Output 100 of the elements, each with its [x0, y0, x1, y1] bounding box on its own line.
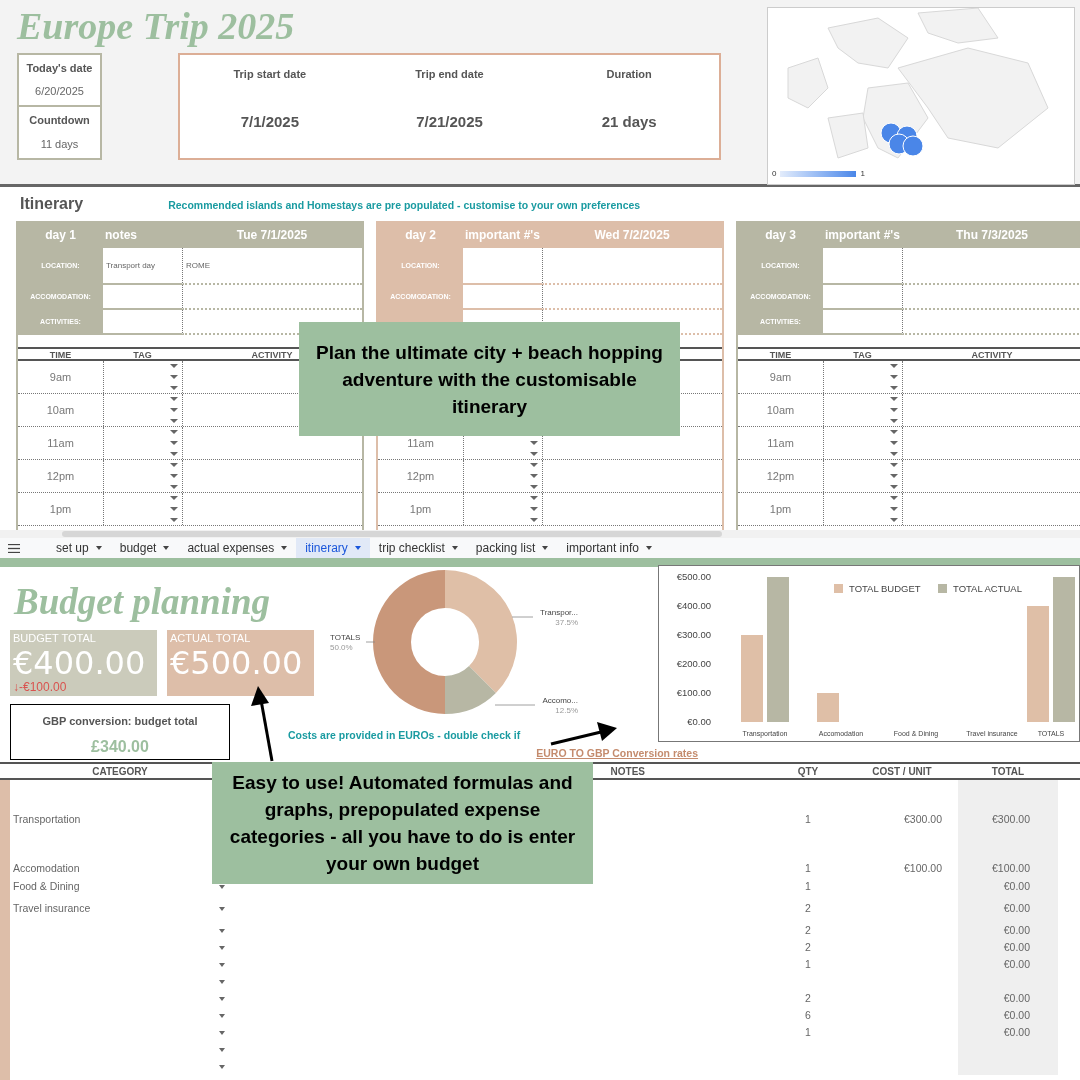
caret-icon	[354, 546, 361, 550]
total-value: €400.00	[13, 645, 147, 681]
dropdown-icon[interactable]	[219, 996, 225, 1001]
day-label: day 1	[44, 226, 77, 244]
column-header: ACTIVITY	[251, 349, 293, 362]
time-label: 10am	[46, 402, 75, 418]
total-value: €500.00	[170, 645, 304, 681]
table-cell: 1	[805, 957, 811, 970]
field-label: Trip end date	[415, 67, 484, 82]
table-cell: 2	[805, 902, 811, 915]
sheet-tab[interactable]: budget	[110, 538, 179, 558]
table-cell: Accomodation	[13, 861, 80, 877]
table-cell[interactable]	[902, 310, 1080, 335]
pointer-arrow	[549, 722, 619, 748]
axis-label: €500.00	[676, 571, 711, 582]
time-label: 9am	[769, 369, 792, 385]
field-value: 11 days	[40, 136, 79, 152]
column-header: NOTES	[609, 764, 646, 779]
hint-text: Costs are provided in EUROs - double check if	[288, 728, 521, 742]
annotation-tooltip: Easy to use! Automated formulas and graphs, prepopulated expense categories - all you have to do is enter your own budget	[212, 762, 593, 884]
table-cell[interactable]	[902, 285, 1080, 310]
axis-label: €0.00	[687, 716, 711, 727]
column-header: TAG	[133, 349, 152, 362]
time-label: 10am	[766, 402, 795, 418]
table-cell: Travel insurance	[13, 901, 91, 917]
dropdown-icon[interactable]	[219, 907, 225, 911]
dropdown-icon[interactable]	[219, 1030, 225, 1035]
sheet-tab[interactable]: itinerary	[296, 538, 370, 558]
table-cell: 1	[805, 862, 811, 875]
field-label: Duration	[606, 67, 652, 82]
bar	[817, 693, 839, 722]
total-cell: €0.00	[958, 956, 1058, 973]
axis-label: €400.00	[676, 600, 711, 611]
table-cell[interactable]: ROME	[182, 248, 362, 285]
caret-icon	[95, 546, 102, 550]
dropdown-icon[interactable]	[219, 1047, 225, 1052]
section-title: Budget planning	[12, 580, 271, 624]
total-cell: €0.00	[958, 896, 1058, 922]
column-header: QTY	[796, 764, 820, 779]
dropdown-icon[interactable]	[219, 1064, 225, 1069]
table-cell: 6	[805, 1008, 811, 1021]
legend-item: TOTAL BUDGET	[834, 583, 921, 594]
table-cell: 1	[805, 880, 811, 893]
dropdown-icon[interactable]	[219, 928, 225, 933]
day-label: day 2	[404, 226, 437, 244]
field-label: GBP conversion: budget total	[42, 715, 198, 728]
field-label: Today's date	[26, 60, 93, 76]
sheet-tab[interactable]: important info	[557, 538, 661, 558]
annotation-tooltip: Plan the ultimate city + beach hopping adventure with the customisable itinerary	[299, 322, 680, 436]
caret-icon	[281, 546, 288, 550]
field-value: 6/20/2025	[35, 84, 84, 100]
table-cell: 2	[805, 991, 811, 1004]
column-header: TOTAL	[990, 764, 1026, 779]
time-label: 11am	[407, 435, 434, 451]
field-value: 7/1/2025	[240, 111, 299, 132]
column-header: COST / UNIT	[871, 764, 933, 779]
column-header: ACTIVITY	[971, 349, 1013, 362]
time-label: 1pm	[49, 501, 72, 517]
dropdown-icon[interactable]	[219, 962, 225, 967]
table-cell[interactable]	[542, 248, 722, 285]
caret-icon	[163, 546, 170, 550]
total-label: ACTUAL TOTAL	[170, 631, 252, 645]
axis-label: €100.00	[676, 687, 711, 698]
sheet-tab[interactable]: actual expenses	[178, 538, 297, 558]
sheet-tab[interactable]: trip checklist	[369, 538, 467, 558]
slice-label: Transpor... 37.5%	[540, 608, 578, 627]
dropdown-icon[interactable]	[219, 945, 225, 950]
column-label: notes	[104, 226, 138, 244]
caret-icon	[542, 546, 549, 550]
field-value: £340.00	[91, 738, 149, 756]
total-cell: €0.00	[958, 878, 1058, 896]
dropdown-icon[interactable]	[219, 979, 225, 984]
field-label: Trip start date	[233, 67, 307, 82]
column-header: TIME	[49, 349, 72, 362]
menu-icon[interactable]	[8, 543, 20, 553]
date-label: Thu 7/3/2025	[954, 226, 1029, 244]
time-label: 1pm	[409, 501, 432, 517]
legend-label: TOTAL ACTUAL	[953, 583, 1022, 594]
column-label: important #'s	[464, 226, 541, 244]
table-cell[interactable]	[902, 248, 1080, 285]
leader-line	[511, 616, 534, 618]
scrollbar[interactable]	[62, 531, 722, 537]
date-label: Tue 7/1/2025	[235, 226, 309, 244]
day-label: day 3	[764, 226, 797, 244]
section-title: Itinerary	[19, 194, 84, 214]
table-cell[interactable]	[542, 285, 722, 310]
table-cell: Transportation	[13, 812, 81, 828]
time-label: 12pm	[766, 468, 795, 484]
field-label: Countdown	[29, 113, 90, 129]
dropdown-icon[interactable]	[219, 1013, 225, 1018]
time-label: 1pm	[769, 501, 792, 517]
leader-line	[494, 704, 536, 706]
sheet-tab[interactable]: set up	[47, 538, 111, 558]
field-value: 7/21/2025	[416, 111, 483, 132]
total-cell: €300.00	[958, 780, 1058, 860]
table-cell[interactable]	[182, 285, 362, 310]
total-cell: €0.00	[958, 922, 1058, 939]
total-cell: €100.00	[958, 860, 1058, 878]
total-cell: €0.00	[958, 990, 1058, 1007]
sheet-tab[interactable]: packing list	[466, 538, 558, 558]
